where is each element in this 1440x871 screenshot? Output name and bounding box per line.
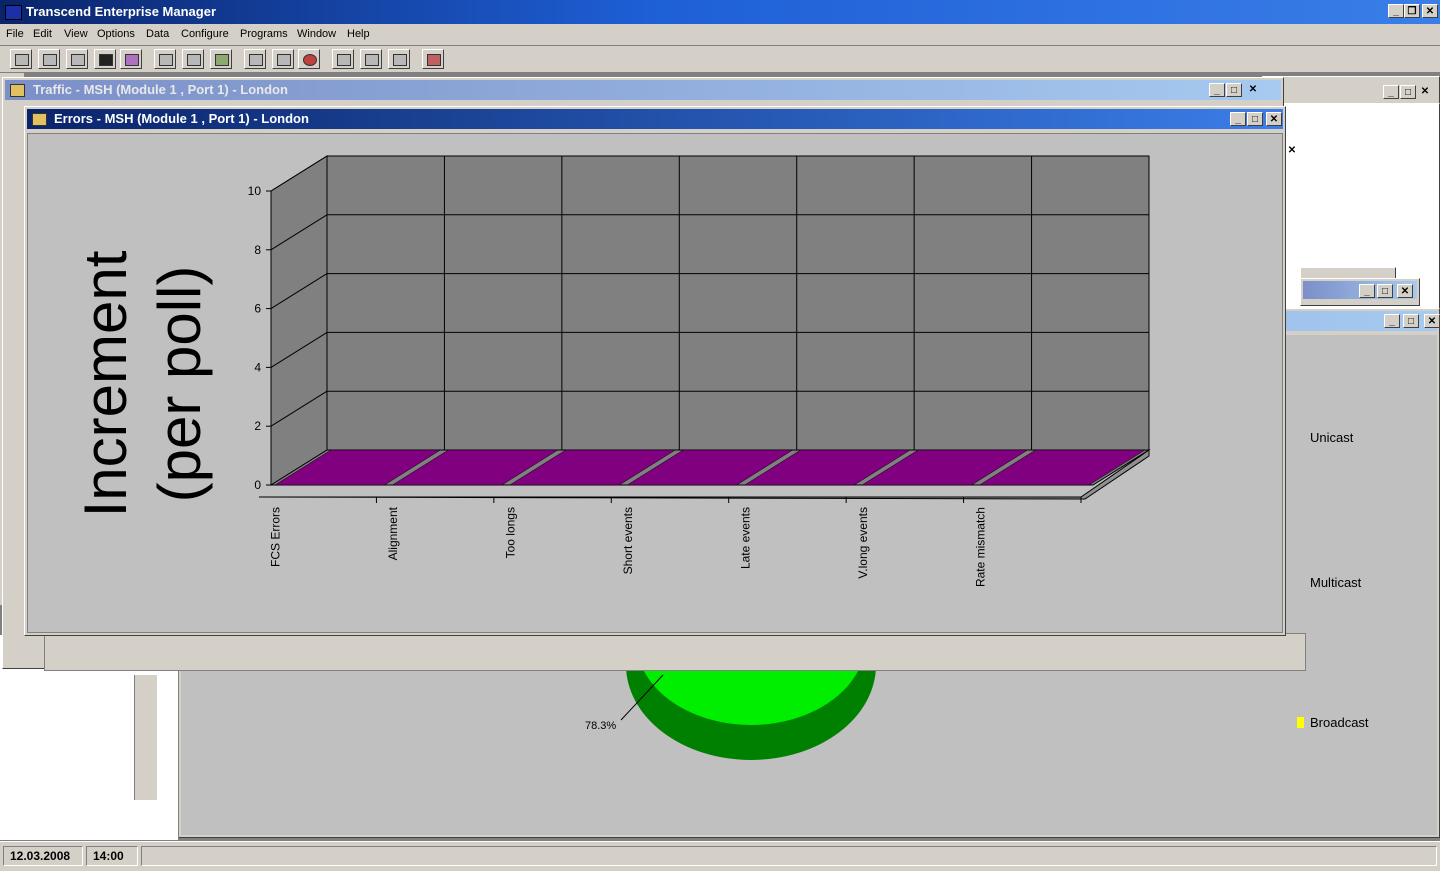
minimize-icon[interactable]: _ bbox=[1230, 112, 1246, 126]
legend-broadcast-swatch bbox=[1297, 717, 1304, 728]
chart-x-tick-label: Alignment bbox=[386, 506, 400, 560]
menu-options[interactable]: Options bbox=[97, 28, 135, 40]
toolbar bbox=[0, 46, 1440, 73]
close-icon[interactable]: ✕ bbox=[1422, 4, 1438, 18]
export-icon[interactable] bbox=[66, 49, 88, 69]
menu-window[interactable]: Window bbox=[297, 28, 336, 40]
close-icon[interactable]: ✕ bbox=[1424, 314, 1440, 328]
copy-window-icon[interactable] bbox=[38, 49, 60, 69]
menu-data[interactable]: Data bbox=[146, 28, 169, 40]
window-icon bbox=[10, 84, 25, 97]
close-icon[interactable]: ✕ bbox=[1266, 112, 1282, 126]
chart-back-wall bbox=[326, 155, 1150, 451]
panel-icon[interactable] bbox=[332, 49, 354, 69]
chart-y-axis-label: (per poll) bbox=[146, 266, 213, 503]
chart-x-tick-label: Rate mismatch bbox=[973, 507, 987, 587]
traffic-window-body bbox=[44, 633, 1306, 671]
chart-y-tick-label: 6 bbox=[254, 302, 261, 316]
menu-view[interactable]: View bbox=[64, 28, 88, 40]
errors-bar-chart: 0 2 4 6 8 10 FCS Errors Alignment Too longs Short… bbox=[72, 155, 1151, 587]
window-icon bbox=[32, 113, 47, 126]
new-window-icon[interactable] bbox=[10, 49, 32, 69]
app-title-bar: Transcend Enterprise Manager _ ❐ ✕ bbox=[0, 0, 1440, 24]
close-icon[interactable]: ✕ bbox=[1397, 284, 1413, 298]
status-time: 14:00 bbox=[86, 846, 138, 866]
restore-icon[interactable]: ❐ bbox=[1404, 4, 1420, 18]
status-bar: 12.03.2008 14:00 bbox=[0, 841, 1440, 871]
maximize-icon[interactable]: □ bbox=[1400, 85, 1416, 99]
print-icon[interactable] bbox=[120, 49, 142, 69]
minimize-icon[interactable]: _ bbox=[1388, 4, 1404, 18]
app-icon bbox=[5, 5, 22, 20]
close-icon[interactable]: ✕ bbox=[1284, 144, 1300, 158]
status-date: 12.03.2008 bbox=[3, 846, 83, 866]
mdi-workspace: _ □ ✕ _ □ ✕ _ □ ✕ 78.3% Unicast Multicas… bbox=[0, 73, 1440, 841]
map-icon[interactable] bbox=[210, 49, 232, 69]
menu-edit[interactable]: Edit bbox=[33, 28, 52, 40]
close-icon[interactable]: ✕ bbox=[1245, 83, 1261, 97]
maximize-icon[interactable]: □ bbox=[1377, 284, 1393, 298]
chart-y-tick-label: 2 bbox=[254, 419, 261, 433]
table-icon[interactable] bbox=[360, 49, 382, 69]
chart-y-axis-label: Increment bbox=[72, 250, 139, 517]
target-icon[interactable] bbox=[298, 49, 320, 69]
chart-x-tick-label: V.long events bbox=[856, 507, 870, 579]
menu-file[interactable]: File bbox=[6, 28, 24, 40]
menu-help[interactable]: Help bbox=[347, 28, 370, 40]
chart-x-tick-label: FCS Errors bbox=[269, 507, 283, 567]
minimize-icon[interactable]: _ bbox=[1209, 83, 1225, 97]
settings-icon[interactable] bbox=[182, 49, 204, 69]
menu-bar: File Edit View Options Data Configure Pr… bbox=[0, 24, 1440, 46]
tools-icon[interactable] bbox=[154, 49, 176, 69]
chart-y-tick-label: 4 bbox=[254, 360, 261, 374]
chart-y-tick-label: 10 bbox=[248, 184, 262, 198]
chart-y-tick-label: 8 bbox=[254, 243, 261, 257]
grid-icon[interactable] bbox=[272, 49, 294, 69]
maximize-icon[interactable]: □ bbox=[1226, 83, 1242, 97]
chart-x-tick-label: Short events bbox=[621, 507, 635, 574]
menu-configure[interactable]: Configure bbox=[181, 28, 229, 40]
delete-icon[interactable] bbox=[422, 49, 444, 69]
link-icon[interactable] bbox=[244, 49, 266, 69]
minimize-icon[interactable]: _ bbox=[1384, 314, 1400, 328]
app-title: Transcend Enterprise Manager bbox=[26, 4, 217, 19]
legend-broadcast: Broadcast bbox=[1310, 715, 1369, 730]
keyboard-icon[interactable] bbox=[388, 49, 410, 69]
errors-chart-area: 0 2 4 6 8 10 FCS Errors Alignment Too longs Short… bbox=[27, 133, 1283, 633]
maximize-icon[interactable]: □ bbox=[1403, 314, 1419, 328]
chart-y-tick-label: 0 bbox=[254, 478, 261, 492]
left-pane-scroll[interactable] bbox=[134, 675, 157, 800]
legend-unicast: Unicast bbox=[1310, 430, 1354, 445]
chart-left-wall bbox=[270, 155, 328, 486]
status-message bbox=[141, 846, 1437, 866]
minimize-icon[interactable]: _ bbox=[1359, 284, 1375, 298]
add-device-icon[interactable] bbox=[94, 49, 116, 69]
errors-window[interactable]: Errors - MSH (Module 1 , Port 1) - Londo… bbox=[24, 106, 1286, 636]
pie-percent-label: 78.3% bbox=[585, 720, 617, 732]
legend-multicast: Multicast bbox=[1310, 575, 1362, 590]
maximize-icon[interactable]: □ bbox=[1247, 112, 1263, 126]
minimize-icon[interactable]: _ bbox=[1383, 85, 1399, 99]
chart-x-tick-label: Too longs bbox=[504, 507, 518, 558]
errors-window-title: Errors - MSH (Module 1 , Port 1) - Londo… bbox=[54, 111, 309, 126]
traffic-window-title: Traffic - MSH (Module 1 , Port 1) - Lond… bbox=[33, 82, 288, 97]
chart-x-tick-label: Late events bbox=[738, 507, 752, 569]
close-icon[interactable]: ✕ bbox=[1417, 85, 1433, 99]
menu-programs[interactable]: Programs bbox=[240, 28, 288, 40]
background-window-3[interactable]: _ □ ✕ bbox=[1300, 278, 1420, 306]
